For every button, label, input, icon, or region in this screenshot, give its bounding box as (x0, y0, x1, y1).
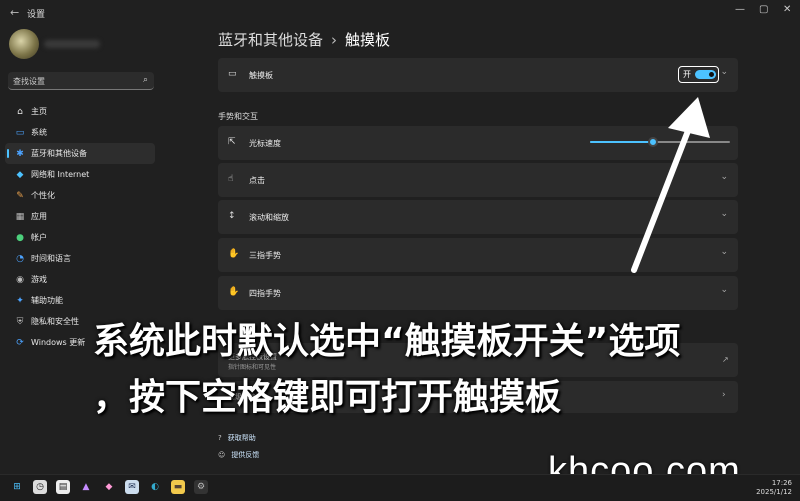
annotation-arrow (631, 97, 710, 273)
app-icon[interactable]: ▲ (79, 480, 93, 494)
clock[interactable]: 17:26 2025/1/12 (756, 479, 792, 497)
arrow-shaft (631, 115, 696, 273)
app-icon[interactable]: ✉ (125, 480, 139, 494)
taskbar: ⊞ ◷ ▤ ▲ ◆ ✉ ◐ ▬ ⚙ 17:26 2025/1/12 (0, 474, 800, 501)
arrow-head (668, 97, 710, 138)
caption-line-1: 系统此时默认选中“触摸板开关”选项 (93, 321, 681, 362)
clock-time: 17:26 (771, 479, 792, 487)
clock-date: 2025/1/12 (756, 488, 792, 496)
app-icon[interactable]: ◆ (102, 480, 116, 494)
folder-icon[interactable]: ▬ (171, 480, 185, 494)
settings-gear-icon[interactable]: ⚙ (194, 480, 208, 494)
app-icon[interactable]: ▤ (56, 480, 70, 494)
edge-icon[interactable]: ◐ (148, 480, 162, 494)
start-icon[interactable]: ⊞ (10, 480, 24, 494)
caption-line-2: ，按下空格键即可打开触摸板 (93, 377, 562, 418)
app-icon[interactable]: ◷ (33, 480, 47, 494)
